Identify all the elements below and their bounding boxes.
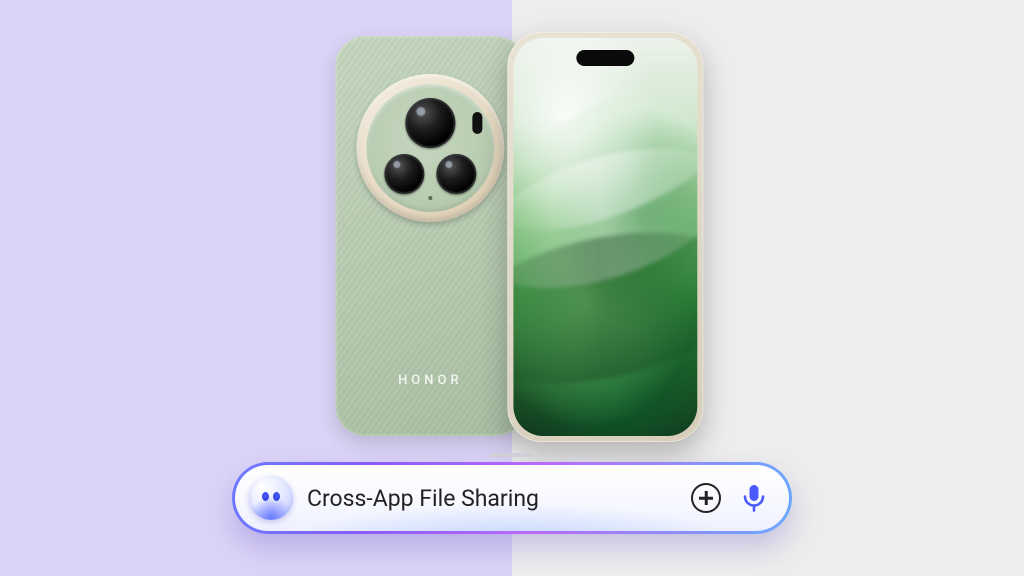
phone-pair: HONOR — [335, 36, 703, 442]
assistant-avatar-icon[interactable] — [249, 476, 293, 520]
assistant-text: Cross-App File Sharing — [307, 485, 675, 512]
phone-screen — [513, 38, 697, 436]
drag-handle[interactable] — [490, 453, 534, 457]
phone-front-view — [507, 32, 703, 442]
assistant-pill[interactable]: Cross-App File Sharing — [232, 462, 792, 534]
camera-sensor — [472, 112, 482, 134]
brand-logo: HONOR — [398, 373, 463, 388]
camera-module — [356, 74, 504, 222]
camera-lens-main — [405, 98, 455, 148]
assistant-pill-inner: Cross-App File Sharing — [235, 465, 789, 531]
microphone-icon — [741, 483, 767, 513]
camera-mic-dot — [428, 196, 432, 200]
add-button[interactable] — [689, 481, 723, 515]
promo-canvas: HONOR Cross-App File Sharing — [0, 0, 1024, 576]
phone-back-view: HONOR — [335, 36, 525, 436]
camera-lens-tele — [436, 154, 476, 194]
mic-button[interactable] — [737, 481, 771, 515]
camera-lens-wide — [384, 154, 424, 194]
plus-icon — [691, 483, 721, 513]
camera-inner-ring — [366, 84, 494, 212]
display-notch — [576, 50, 634, 66]
